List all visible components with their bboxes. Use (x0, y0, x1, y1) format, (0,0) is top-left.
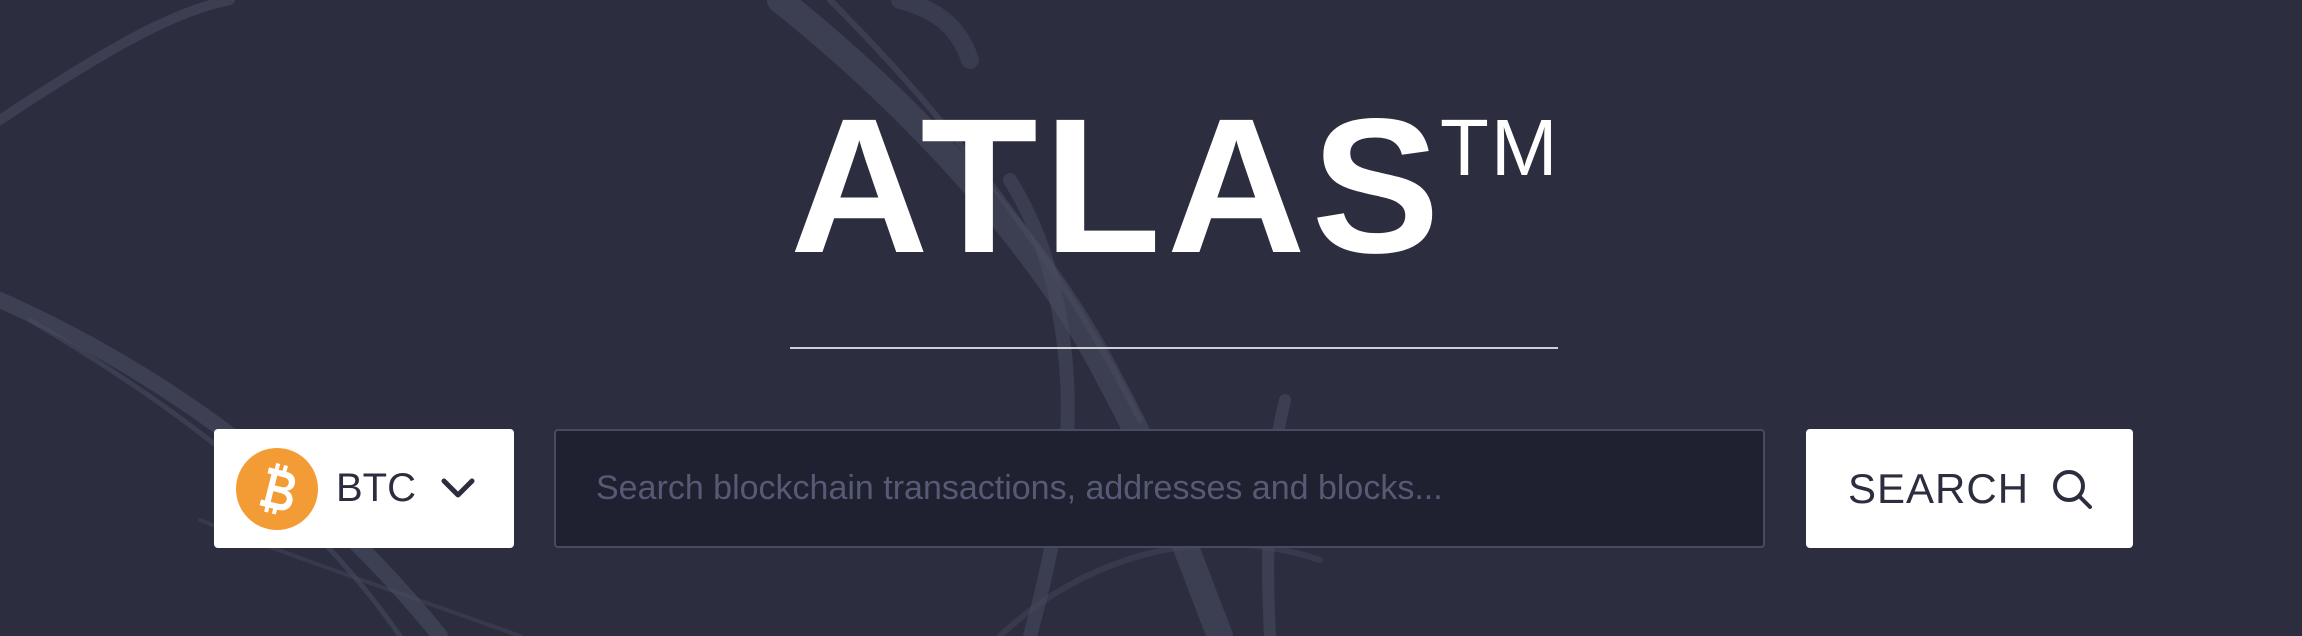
logo-wordmark: ATLAS (790, 78, 1446, 293)
chevron-down-icon (438, 473, 478, 503)
bitcoin-icon (236, 448, 318, 530)
trademark-symbol: TM (1440, 103, 1560, 192)
search-icon (2048, 465, 2096, 513)
search-button[interactable]: SEARCH (1806, 429, 2133, 548)
atlas-logo: ATLAS TM (790, 78, 1570, 293)
search-button-label: SEARCH (1848, 465, 2030, 512)
currency-selector[interactable]: BTC (214, 429, 514, 548)
currency-label: BTC (336, 466, 416, 510)
search-input[interactable] (554, 429, 1765, 548)
logo-divider (790, 347, 1558, 349)
